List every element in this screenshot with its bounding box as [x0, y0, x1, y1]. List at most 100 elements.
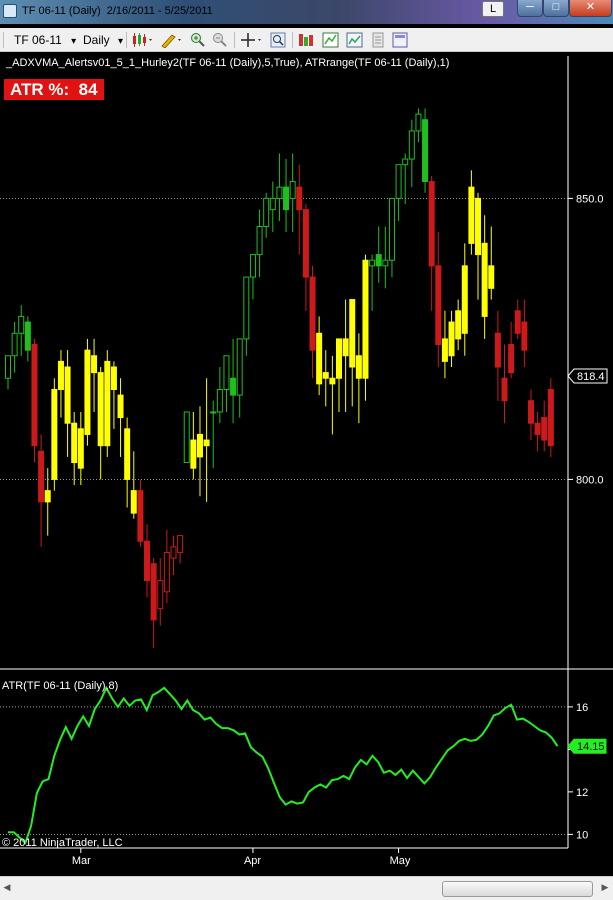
time-tick-label: May — [390, 855, 411, 867]
candle-body — [415, 113, 422, 132]
candle-body — [494, 332, 501, 368]
last-price-label: 818.4 — [577, 371, 605, 383]
candlestick-style-icon[interactable] — [132, 32, 152, 48]
instrument-label: TF 06-11 — [14, 33, 62, 47]
candle-body — [57, 360, 64, 390]
candle-body — [64, 366, 71, 424]
candle-body — [461, 265, 468, 334]
candle-body — [527, 400, 534, 424]
candle-body — [5, 355, 11, 379]
candle-body — [388, 197, 395, 261]
candle-body — [289, 181, 296, 199]
title-bar[interactable]: TF 06-11 (Daily) 2/16/2011 - 5/25/2011 L… — [0, 0, 613, 24]
candle-body — [236, 338, 243, 396]
candle-body — [488, 265, 495, 289]
candle-body — [130, 490, 137, 514]
candle-body — [163, 551, 170, 593]
pencil-draw-icon[interactable] — [160, 32, 181, 49]
chart-window: TF 06-11 (Daily) 2/16/2011 - 5/25/2011 L… — [0, 0, 613, 900]
candle-body — [408, 130, 415, 160]
candle-body — [117, 394, 124, 419]
candle-body — [51, 388, 58, 480]
candle-body — [329, 377, 336, 385]
candle-body — [183, 411, 190, 464]
strategies-icon[interactable] — [298, 32, 314, 48]
candle-body — [455, 310, 462, 340]
scroll-left-arrow-icon[interactable]: ◀ — [0, 882, 14, 896]
horizontal-scrollbar[interactable]: ◀ ▶ — [0, 876, 613, 900]
candle-body — [547, 388, 554, 447]
link-button[interactable]: L — [482, 1, 504, 17]
atr-tick-label: 16 — [576, 702, 588, 714]
candle-body — [249, 254, 256, 278]
indicator-label: _ADXVMA_Alertsv01_5_1_Hurley2(TF 06-11 (… — [6, 57, 450, 69]
candle-body — [11, 332, 18, 357]
candle-body — [309, 276, 316, 351]
candle-body — [362, 259, 369, 379]
candle-body — [422, 119, 429, 183]
minimize-button[interactable]: ─ — [517, 0, 543, 17]
candle-body — [230, 377, 237, 396]
candle-body — [196, 433, 203, 458]
toolbar-separator — [126, 32, 127, 48]
candle-body — [428, 181, 435, 267]
candle-body — [534, 422, 541, 435]
candle-body — [541, 417, 548, 441]
indicators-icon[interactable] — [322, 32, 339, 48]
candle-body — [375, 254, 382, 267]
candle-body — [263, 197, 270, 227]
time-tick-label: Mar — [72, 855, 91, 867]
zoom-in-icon[interactable] — [190, 32, 206, 48]
candle-body — [38, 450, 45, 503]
candle-body — [269, 197, 276, 211]
candle-body — [283, 186, 290, 211]
candle-body — [322, 372, 329, 379]
price-tick-label: 800.0 — [576, 474, 604, 486]
magnifier-icon[interactable] — [270, 32, 286, 48]
close-button[interactable]: ✕ — [569, 0, 612, 17]
candle-body — [508, 344, 515, 374]
candle-body — [216, 388, 223, 413]
zoom-out-icon[interactable] — [212, 32, 228, 48]
display-icon[interactable] — [392, 32, 408, 48]
candle-body — [124, 428, 131, 480]
candle-body — [316, 332, 323, 385]
interval-selector[interactable]: Daily ▾ — [83, 31, 123, 49]
crosshair-icon[interactable] — [240, 32, 261, 48]
scrollbar-thumb[interactable] — [442, 881, 593, 897]
candle-body — [501, 377, 508, 402]
candle-body — [336, 338, 342, 379]
toolbar-separator — [234, 32, 235, 48]
candle-body — [302, 209, 309, 278]
candle-body — [349, 299, 356, 368]
candle-body — [276, 186, 283, 199]
price-chart[interactable]: 800.0850.010121416MarAprMay818.414.15 — [0, 52, 613, 900]
candle-body — [91, 355, 98, 374]
candle-body — [382, 259, 389, 267]
candle-body — [243, 276, 250, 340]
candle-body — [18, 315, 25, 334]
candle-body — [481, 242, 488, 317]
candle-body — [144, 540, 151, 582]
candle-body — [256, 226, 263, 256]
chevron-down-icon: ▾ — [71, 36, 77, 47]
copyright-text: © 2011 NinjaTrader, LLC — [2, 837, 123, 849]
maximize-button[interactable]: □ — [543, 0, 569, 17]
candle-body — [170, 546, 177, 559]
candle-body — [137, 490, 144, 542]
last-atr-label: 14.15 — [577, 741, 605, 753]
candle-body — [402, 158, 409, 166]
candle-body — [296, 186, 303, 211]
data-box-icon[interactable] — [370, 32, 386, 48]
instrument-selector[interactable]: TF 06-11 ▾ — [14, 31, 76, 49]
chart-toolbar: TF 06-11 ▾ Daily ▾ — [0, 28, 613, 52]
candle-body — [435, 265, 442, 346]
candle-body — [203, 439, 210, 447]
chevron-down-icon: ▾ — [118, 36, 124, 47]
scroll-right-arrow-icon[interactable]: ▶ — [598, 882, 612, 896]
chart-properties-icon[interactable] — [346, 32, 363, 48]
candle-body — [97, 372, 104, 447]
candle-body — [177, 535, 184, 553]
atr-tick-label: 12 — [576, 787, 588, 799]
candle-body — [342, 338, 349, 357]
